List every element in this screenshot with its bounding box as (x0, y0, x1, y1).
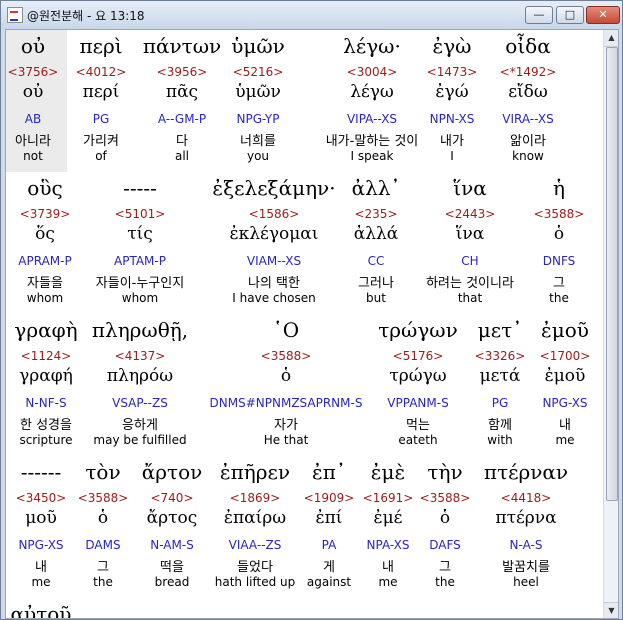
lemma: ἐμοῦ (544, 366, 586, 386)
strong-number: <1700> (539, 349, 591, 363)
english-gloss: heel (513, 575, 539, 589)
greek-word: πληρωθῇ, (91, 318, 189, 342)
app-window: @원전분해 - 요 13:18 — □ ✕ οὐ <3756> οὐ AB 아니라 not… (0, 0, 623, 620)
window-title: @원전분해 - 요 13:18 (27, 9, 145, 23)
korean-gloss: 발꿈치를 (502, 560, 550, 575)
strong-number: <3588> (533, 207, 585, 221)
maximize-button[interactable]: □ (556, 6, 584, 24)
english-gloss: may be fulfilled (93, 433, 187, 447)
parsing-code: NPG-XS (542, 396, 588, 410)
app-icon (7, 7, 23, 23)
korean-gloss: 앎이라 (510, 134, 546, 149)
lemma: εἴδω (508, 82, 548, 102)
korean-gloss: 내 (559, 418, 571, 433)
korean-gloss: 그 (553, 276, 565, 291)
parsing-code: DNFS (542, 254, 576, 268)
greek-word: οἶδα (505, 34, 551, 58)
english-gloss: know (512, 149, 544, 163)
greek-word: ἡ (553, 176, 565, 200)
close-button[interactable]: ✕ (586, 6, 620, 24)
scroll-thumb[interactable] (606, 47, 618, 501)
strong-number: <*1492> (499, 65, 557, 79)
vertical-scrollbar[interactable]: ▲ ▼ (603, 30, 618, 618)
strong-number: <4137> (114, 349, 166, 363)
parsing-code: VSAP--ZS (112, 396, 168, 410)
scroll-up-arrow-icon[interactable]: ▲ (604, 30, 618, 47)
strong-number: <4418> (500, 491, 552, 505)
parsing-code: VIRA--XS (502, 112, 554, 126)
greek-word: πτέρναν (483, 460, 569, 484)
english-gloss: the (549, 291, 569, 305)
minimize-button[interactable]: — (525, 6, 553, 24)
parsing-code: N-A-S (509, 538, 543, 552)
title-bar[interactable]: @원전분해 - 요 13:18 — □ ✕ (1, 1, 622, 29)
lemma: πτέρνα (495, 508, 557, 528)
verse-analysis-panel: οὐ <3756> οὐ AB 아니라 not περὶ <4012> περί PG 가리켜 of π… (5, 29, 619, 619)
lemma: πληρόω (106, 366, 174, 386)
korean-gloss: 응하게 (122, 418, 158, 433)
english-gloss: me (555, 433, 575, 447)
scroll-down-arrow-icon[interactable]: ▼ (604, 602, 618, 618)
greek-word: αὐτοῦ (10, 602, 72, 618)
word-grid: οὐ <3756> οὐ AB 아니라 not περὶ <4012> περί PG 가리켜 of π… (6, 30, 603, 618)
lemma: ὁ (553, 224, 565, 244)
greek-word: ἐμοῦ (541, 318, 589, 342)
